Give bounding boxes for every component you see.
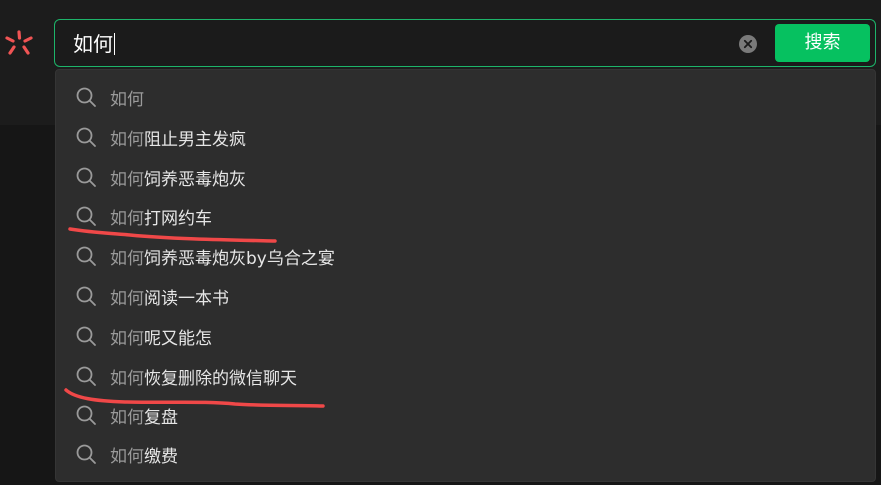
search-input[interactable]: 如何 <box>73 31 115 57</box>
search-icon <box>76 206 96 226</box>
search-input-value: 如何 <box>73 32 113 56</box>
app-logo-icon <box>5 30 33 55</box>
search-button[interactable]: 搜索 <box>775 24 870 62</box>
suggestion-completion: 饲养恶毒炮灰 <box>144 169 246 190</box>
suggestion-query: 如何 <box>110 368 144 389</box>
suggestion-item[interactable]: 如何阻止男主发疯 <box>56 117 875 157</box>
suggestion-completion: 阻止男主发疯 <box>144 129 246 150</box>
suggestion-completion: 打网约车 <box>144 208 212 229</box>
suggestion-item[interactable]: 如何呢又能怎 <box>56 316 875 356</box>
search-icon <box>76 286 96 306</box>
search-icon <box>76 167 96 187</box>
suggestion-query: 如何 <box>110 208 144 229</box>
suggestion-query: 如何 <box>110 169 144 190</box>
suggestion-completion: 呢又能怎 <box>144 328 212 349</box>
clear-icon[interactable] <box>739 35 757 53</box>
search-box[interactable]: 如何 搜索 <box>54 19 876 67</box>
suggestion-completion: 缴费 <box>144 446 178 467</box>
search-icon <box>76 87 96 107</box>
search-icon <box>76 127 96 147</box>
search-icon <box>76 444 96 464</box>
suggestion-item[interactable]: 如何恢复删除的微信聊天 <box>56 356 875 396</box>
suggestion-query: 如何 <box>110 89 144 110</box>
suggestion-query: 如何 <box>110 129 144 150</box>
suggestion-completion: 恢复删除的微信聊天 <box>144 368 297 389</box>
text-caret <box>114 33 115 55</box>
suggestion-item[interactable]: 如何复盘 <box>56 395 875 435</box>
suggestion-query: 如何 <box>110 446 144 467</box>
suggestion-item[interactable]: 如何打网约车 <box>56 196 875 236</box>
search-icon <box>76 326 96 346</box>
suggestion-item[interactable]: 如何阅读一本书 <box>56 276 875 316</box>
search-icon <box>76 246 96 266</box>
suggestion-item[interactable]: 如何饲养恶毒炮灰 <box>56 157 875 197</box>
suggestion-completion: 饲养恶毒炮灰by乌合之宴 <box>144 248 335 269</box>
suggestion-completion: 阅读一本书 <box>144 288 229 309</box>
search-icon <box>76 366 96 386</box>
suggestion-query: 如何 <box>110 407 144 428</box>
suggestion-query: 如何 <box>110 288 144 309</box>
suggestion-item[interactable]: 如何缴费 <box>56 434 875 474</box>
suggestion-item[interactable]: 如何 <box>56 77 875 117</box>
suggestion-completion: 复盘 <box>144 407 178 428</box>
search-icon <box>76 405 96 425</box>
suggestion-query: 如何 <box>110 328 144 349</box>
suggestion-query: 如何 <box>110 248 144 269</box>
suggestion-dropdown: 如何 如何阻止男主发疯 如何饲养恶毒炮灰 如何打网约车 如何饲养恶毒炮灰by乌合… <box>55 69 876 482</box>
suggestion-item[interactable]: 如何饲养恶毒炮灰by乌合之宴 <box>56 236 875 276</box>
page: 如何 搜索 如何 如何阻止男主发疯 如何饲养恶毒炮灰 如何打网约车 如何饲养恶毒… <box>0 0 881 485</box>
